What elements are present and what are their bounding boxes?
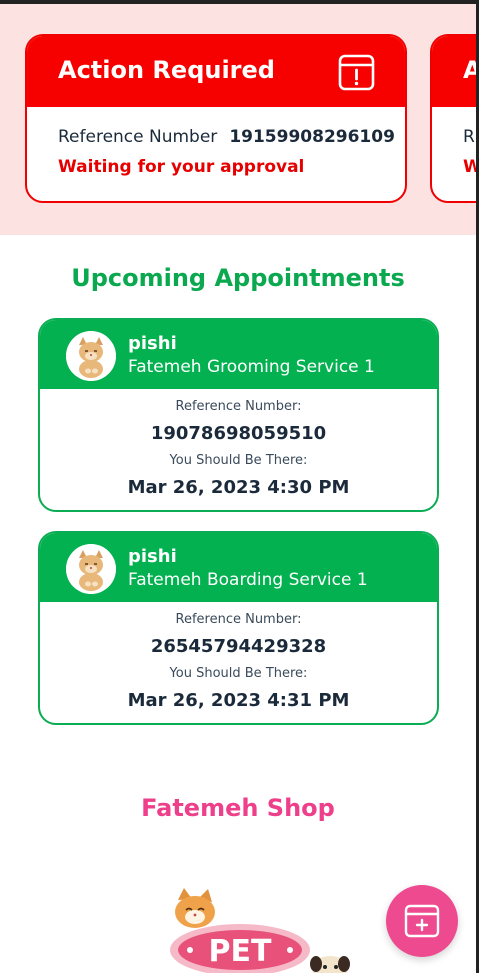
reference-number: 26545794429328 xyxy=(150,636,327,657)
service-name: Fatemeh Boarding Service 1 xyxy=(128,570,368,590)
cat-avatar xyxy=(66,331,116,381)
calendar-add-icon xyxy=(404,904,440,938)
action-required-card[interactable]: Action Required Reference Number 19159908… xyxy=(25,34,407,203)
action-card-body: R W xyxy=(432,107,476,201)
upcoming-appointments-title: Upcoming Appointments xyxy=(71,264,405,292)
action-card-title: Action Required xyxy=(58,56,275,84)
reference-line: Reference Number 19159908296109 xyxy=(58,127,395,147)
reference-label: Reference Number: xyxy=(175,399,302,414)
reference-number: 19078698059510 xyxy=(150,423,327,444)
service-name: Fatemeh Grooming Service 1 xyxy=(128,357,375,377)
pet-shop-logo: PET xyxy=(170,888,350,973)
approval-status: W xyxy=(463,157,476,177)
approval-status: Waiting for your approval xyxy=(58,157,305,177)
appointment-details: Reference Number: 26545794429328 You Sho… xyxy=(40,602,437,723)
reference-label: Reference Number: xyxy=(175,612,302,627)
reference-line: R xyxy=(463,127,475,147)
action-card-body: Reference Number 19159908296109 Waiting f… xyxy=(27,107,405,201)
reference-number: 19159908296109 xyxy=(229,127,395,147)
appointment-card[interactable]: pishi Fatemeh Grooming Service 1 Referen… xyxy=(38,318,439,512)
action-card-header: Action Required xyxy=(27,36,405,107)
calendar-alert-icon xyxy=(338,54,375,91)
appointment-time: Mar 26, 2023 4:30 PM xyxy=(127,477,350,498)
pet-name: pishi xyxy=(128,546,177,567)
action-card-title: A xyxy=(463,56,476,84)
action-required-carousel[interactable]: Action Required Reference Number 19159908… xyxy=(0,4,476,235)
shop-title: Fatemeh Shop xyxy=(141,794,335,822)
reference-label: Reference Number xyxy=(58,127,218,147)
appointment-header: pishi Fatemeh Grooming Service 1 xyxy=(40,320,437,389)
appointment-card[interactable]: pishi Fatemeh Boarding Service 1 Referen… xyxy=(38,531,439,725)
cat-avatar xyxy=(66,544,116,594)
logo-text: PET xyxy=(209,934,272,969)
appointment-time: Mar 26, 2023 4:31 PM xyxy=(127,690,350,711)
cat-icon xyxy=(66,544,116,594)
cat-icon xyxy=(66,331,116,381)
reference-label: R xyxy=(463,127,475,147)
appointment-header: pishi Fatemeh Boarding Service 1 xyxy=(40,533,437,602)
time-label: You Should Be There: xyxy=(169,453,308,468)
time-label: You Should Be There: xyxy=(169,666,308,681)
action-required-card-next[interactable]: A R W xyxy=(430,34,476,203)
action-card-header: A xyxy=(432,36,476,107)
add-appointment-fab[interactable] xyxy=(386,885,458,957)
pet-name: pishi xyxy=(128,333,177,354)
appointment-details: Reference Number: 19078698059510 You Sho… xyxy=(40,389,437,510)
